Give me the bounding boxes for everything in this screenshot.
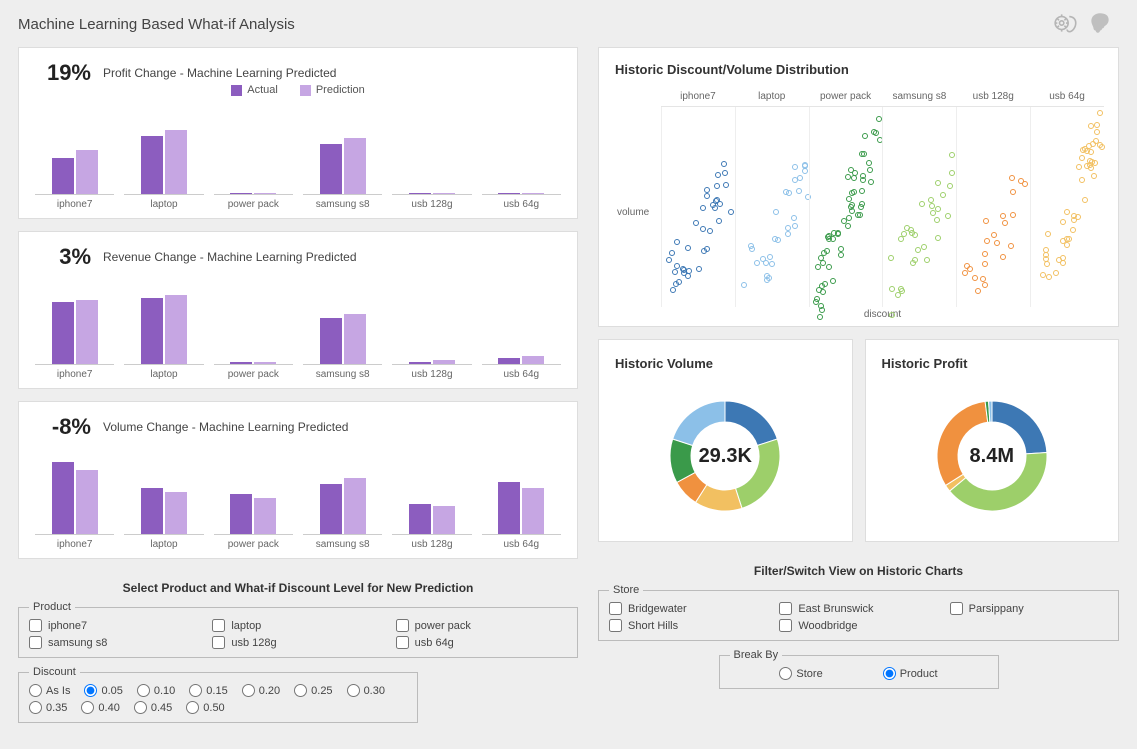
historic-profit-title: Historic Profit [882, 356, 1109, 371]
revenue-label: Revenue Change - Machine Learning Predic… [103, 250, 357, 264]
discount-fieldset: Discount As Is 0.05 0.10 0.15 0.20 0.25 … [18, 666, 418, 723]
historic-volume-title: Historic Volume [615, 356, 842, 371]
volume-value: -8% [43, 414, 91, 440]
store-checkbox[interactable]: Parsippany [950, 602, 1108, 615]
discount-radio[interactable]: 0.45 [134, 701, 172, 714]
scatter-title: Historic Discount/Volume Distribution [615, 62, 1108, 77]
store-checkbox[interactable]: East Brunswick [779, 602, 937, 615]
discount-radio[interactable]: 0.10 [137, 684, 175, 697]
left-filter-heading: Select Product and What-if Discount Leve… [18, 581, 578, 595]
product-checkbox[interactable]: usb 128g [212, 636, 383, 649]
scatter-card: Historic Discount/Volume Distribution ip… [598, 47, 1119, 327]
discount-radio[interactable]: 0.30 [347, 684, 385, 697]
legend: Actual Prediction [29, 84, 567, 96]
revenue-chart-card: 3% Revenue Change - Machine Learning Pre… [18, 231, 578, 389]
historic-profit-center: 8.4M [970, 445, 1014, 468]
brain-gear-icon[interactable] [1053, 10, 1079, 39]
profit-label: Profit Change - Machine Learning Predict… [103, 66, 336, 80]
volume-label: Volume Change - Machine Learning Predict… [103, 420, 348, 434]
profit-chart-card: 19% Profit Change - Machine Learning Pre… [18, 47, 578, 219]
discount-radio[interactable]: 0.50 [186, 701, 224, 714]
discount-radio[interactable]: 0.20 [242, 684, 280, 697]
discount-radio[interactable]: 0.15 [189, 684, 227, 697]
store-checkbox[interactable]: Woodbridge [779, 619, 937, 632]
product-checkbox[interactable]: power pack [396, 619, 567, 632]
brain-icon[interactable] [1087, 10, 1113, 39]
store-checkbox[interactable]: Bridgewater [609, 602, 767, 615]
product-checkbox[interactable]: usb 64g [396, 636, 567, 649]
volume-chart-card: -8% Volume Change - Machine Learning Pre… [18, 401, 578, 559]
store-checkbox[interactable]: Short Hills [609, 619, 767, 632]
discount-radio[interactable]: 0.05 [84, 684, 122, 697]
historic-volume-card: Historic Volume 29.3K [598, 339, 853, 542]
breakby-radio[interactable]: Product [883, 667, 938, 680]
product-checkbox[interactable]: laptop [212, 619, 383, 632]
discount-radio[interactable]: 0.40 [81, 701, 119, 714]
revenue-value: 3% [43, 244, 91, 270]
product-legend: Product [29, 601, 75, 613]
right-filters: Filter/Switch View on Historic Charts St… [598, 554, 1119, 689]
discount-radio[interactable]: 0.25 [294, 684, 332, 697]
breakby-fieldset: Break By Store Product [719, 649, 999, 689]
discount-radio[interactable]: 0.35 [29, 701, 67, 714]
header-icons [1053, 10, 1119, 39]
breakby-legend: Break By [730, 649, 783, 661]
discount-radio[interactable]: As Is [29, 684, 70, 697]
page-title: Machine Learning Based What-if Analysis [18, 16, 295, 33]
scatter-xlabel: discount [657, 309, 1108, 320]
historic-volume-center: 29.3K [699, 445, 752, 468]
left-filters: Select Product and What-if Discount Leve… [18, 571, 578, 731]
product-checkbox[interactable]: samsung s8 [29, 636, 200, 649]
discount-legend: Discount [29, 666, 80, 678]
store-legend: Store [609, 584, 643, 596]
breakby-radio[interactable]: Store [779, 667, 822, 680]
profit-value: 19% [43, 60, 91, 86]
scatter-ylabel: volume [617, 207, 649, 218]
right-filter-heading: Filter/Switch View on Historic Charts [598, 564, 1119, 578]
product-fieldset: Product iphone7 laptop power pack samsun… [18, 601, 578, 658]
store-fieldset: Store Bridgewater East Brunswick Parsipp… [598, 584, 1119, 641]
product-checkbox[interactable]: iphone7 [29, 619, 200, 632]
historic-profit-card: Historic Profit 8.4M [865, 339, 1120, 542]
